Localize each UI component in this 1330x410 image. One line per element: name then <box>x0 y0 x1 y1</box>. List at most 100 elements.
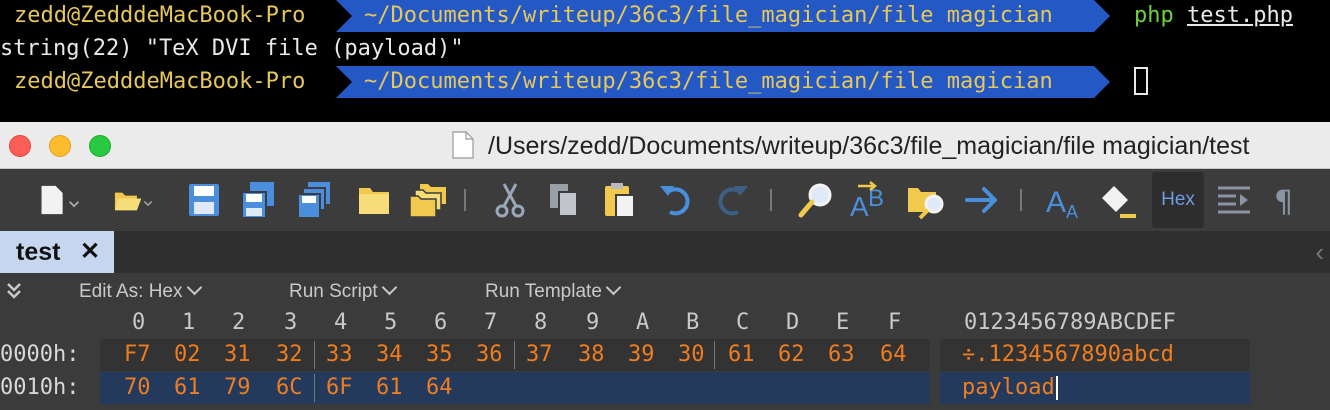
hex-byte[interactable]: 79 <box>224 372 251 404</box>
minimize-window-button[interactable] <box>49 135 71 157</box>
column-header-label: 7 <box>484 310 498 335</box>
hex-row[interactable]: 0000h: F7 02 31 32 33 34 35 36 37 38 39 30 61 62 63 64 … <box>0 339 1330 371</box>
hex-byte[interactable]: 62 <box>778 339 805 371</box>
run-template-dropdown[interactable]: Run Template <box>485 279 622 303</box>
find-icon[interactable] <box>794 177 838 223</box>
toolbar-separator <box>770 189 772 211</box>
column-separator <box>514 341 515 369</box>
cut-icon[interactable] <box>488 177 532 223</box>
column-separator <box>714 341 715 369</box>
folders-icon[interactable] <box>406 177 450 223</box>
hex-byte[interactable]: 31 <box>224 339 251 371</box>
compare-icon[interactable] <box>1212 177 1256 223</box>
collapse-icon[interactable] <box>6 281 22 299</box>
column-header-label: 6 <box>434 310 448 335</box>
column-header-label: 8 <box>534 310 548 335</box>
close-tab-icon[interactable]: ✕ <box>80 231 100 273</box>
hex-byte[interactable]: 35 <box>426 339 453 371</box>
hex-byte[interactable]: 37 <box>526 339 553 371</box>
chevron-down-icon <box>186 279 202 296</box>
hex-byte[interactable]: 6F <box>326 372 353 404</box>
chevron-down-icon <box>605 279 622 296</box>
pilcrow-icon[interactable]: ¶ <box>1266 177 1310 223</box>
font-icon[interactable]: AA <box>1042 177 1086 223</box>
save-all-icon[interactable] <box>292 177 336 223</box>
open-folder-icon[interactable] <box>112 177 156 223</box>
find-in-files-icon[interactable] <box>904 177 948 223</box>
svg-text:¶: ¶ <box>1274 185 1293 220</box>
run-script-dropdown[interactable]: Run Script <box>289 279 397 303</box>
toolbar-separator <box>1020 189 1022 211</box>
column-header-label: 1 <box>182 310 196 335</box>
hex-editor-window: /Users/zedd/Documents/writeup/36c3/file_… <box>0 122 1330 410</box>
hex-byte[interactable]: F7 <box>124 339 151 371</box>
hex-byte[interactable]: 32 <box>276 339 303 371</box>
tab-test[interactable]: test ✕ <box>0 231 114 273</box>
new-file-icon[interactable] <box>38 177 82 223</box>
ascii-text[interactable]: ÷.1234567890abcd <box>940 339 1250 371</box>
edit-as-dropdown[interactable]: Edit As: Hex <box>79 279 202 303</box>
hex-bytes[interactable]: 70 61 79 6C 6F 61 64 <box>100 372 930 404</box>
hex-byte[interactable]: 36 <box>476 339 503 371</box>
svg-text:A: A <box>850 191 869 222</box>
hex-byte[interactable]: 70 <box>124 372 151 404</box>
hex-byte[interactable]: 02 <box>174 339 201 371</box>
zoom-window-button[interactable] <box>89 135 111 157</box>
replace-icon[interactable]: AB <box>848 177 892 223</box>
toolbar-separator <box>464 189 466 211</box>
hex-mode-toggle[interactable]: Hex <box>1152 172 1204 228</box>
column-header-label: 9 <box>586 310 600 335</box>
hex-byte[interactable]: 61 <box>376 372 403 404</box>
hex-byte[interactable]: 64 <box>880 339 907 371</box>
hex-byte[interactable]: 39 <box>628 339 655 371</box>
undo-icon[interactable] <box>654 177 698 223</box>
prompt-line-1: zedd@ZedddeMacBook-Pro ~/Documents/write… <box>0 0 1330 32</box>
column-header-label: 5 <box>384 310 398 335</box>
column-header-label: 3 <box>284 310 298 335</box>
prompt-path: ~/Documents/writeup/36c3/file_magician/f… <box>336 0 1110 32</box>
ascii-text[interactable]: payload <box>940 372 1250 404</box>
column-header-label: E <box>836 310 850 335</box>
hex-bytes[interactable]: F7 02 31 32 33 34 35 36 37 38 39 30 61 62 63 64 <box>100 339 930 371</box>
hex-byte[interactable]: 63 <box>828 339 855 371</box>
command-text: php test.php <box>1134 0 1293 32</box>
prompt-line-2: zedd@ZedddeMacBook-Pro ~/Documents/write… <box>0 66 1330 98</box>
column-header-label: D <box>786 310 800 335</box>
hex-row-selected[interactable]: 0010h: 70 61 79 6C 6F 61 64 payload <box>0 372 1330 404</box>
column-header-label: 2 <box>232 310 246 335</box>
hex-byte[interactable]: 61 <box>728 339 755 371</box>
save-as-icon[interactable] <box>236 177 280 223</box>
hex-byte[interactable]: 6C <box>276 372 303 404</box>
svg-text:A: A <box>1046 186 1066 219</box>
column-header-label: B <box>686 310 700 335</box>
goto-arrow-icon[interactable] <box>960 177 1004 223</box>
hex-byte[interactable]: 64 <box>426 372 453 404</box>
hex-byte[interactable]: 38 <box>578 339 605 371</box>
svg-text:A: A <box>1066 202 1078 220</box>
close-window-button[interactable] <box>9 135 31 157</box>
highlight-icon[interactable] <box>1096 177 1140 223</box>
folder-icon[interactable] <box>352 177 396 223</box>
redo-icon[interactable] <box>710 177 754 223</box>
row-offset: 0000h: <box>0 339 96 371</box>
tab-label: test <box>16 238 61 266</box>
paste-icon[interactable] <box>598 177 642 223</box>
column-header-label: 4 <box>334 310 348 335</box>
column-separator <box>314 374 315 402</box>
options-bar: Edit As: Hex Run Script Run Template <box>0 275 1330 307</box>
text-caret <box>1055 376 1058 400</box>
save-icon[interactable] <box>182 177 226 223</box>
hex-byte[interactable]: 33 <box>326 339 353 371</box>
ascii-value: payload <box>962 372 1058 404</box>
tab-scroll-left-icon[interactable]: ‹ <box>1315 237 1324 268</box>
tab-bar: test ✕ ‹ <box>0 231 1330 273</box>
prompt-user-host: zedd@ZedddeMacBook-Pro <box>14 69 306 94</box>
hex-byte[interactable]: 61 <box>174 372 201 404</box>
terminal[interactable]: zedd@ZedddeMacBook-Pro ~/Documents/write… <box>0 0 1330 122</box>
prompt-user-host: zedd@ZedddeMacBook-Pro <box>14 3 306 28</box>
command-name: php <box>1134 3 1174 28</box>
ascii-value-text: payload <box>962 375 1055 400</box>
hex-byte[interactable]: 30 <box>678 339 705 371</box>
hex-byte[interactable]: 34 <box>376 339 403 371</box>
copy-icon[interactable] <box>542 177 586 223</box>
